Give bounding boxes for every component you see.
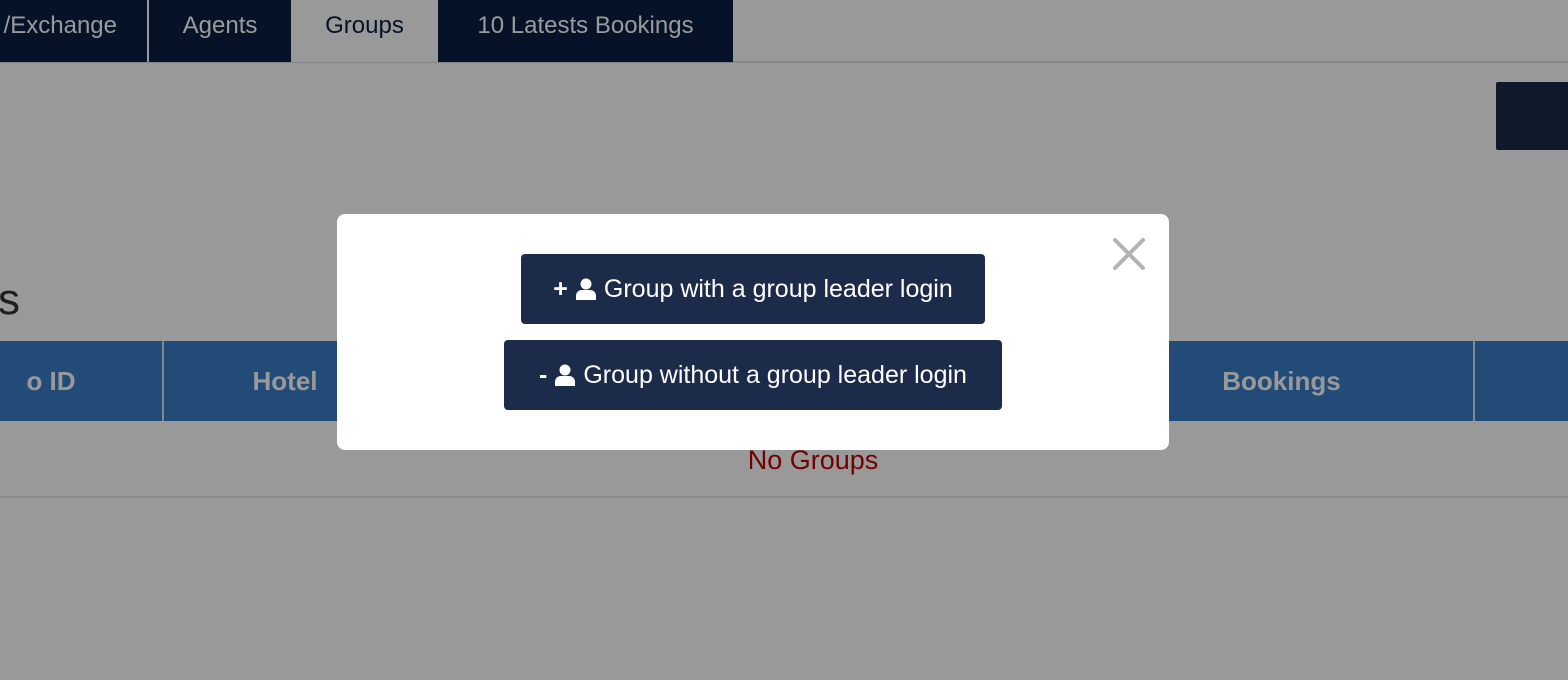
user-icon [575, 278, 596, 300]
button-label: Group with a group leader login [603, 274, 953, 303]
user-icon [555, 364, 576, 386]
close-icon[interactable] [1111, 234, 1147, 274]
add-group-modal: + Group with a group leader login - Grou… [337, 214, 1169, 450]
group-with-leader-login-button[interactable]: + Group with a group leader login [521, 254, 985, 324]
minus-icon: - [539, 360, 548, 389]
group-without-leader-login-button[interactable]: - Group without a group leader login [504, 340, 1002, 410]
button-label: Group without a group leader login [583, 360, 967, 389]
plus-icon: + [553, 274, 568, 303]
